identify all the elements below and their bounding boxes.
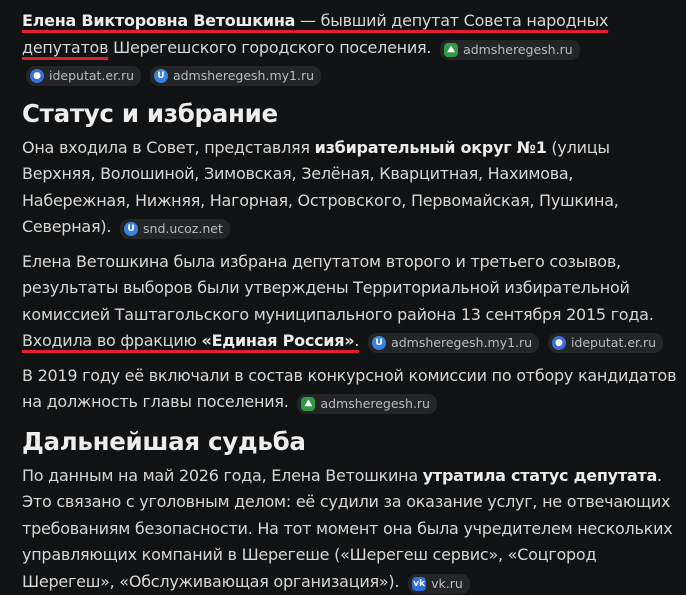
source-label: admsheregesh.my1.ru xyxy=(173,66,314,86)
source-chip-snd-ucoz[interactable]: Usnd.ucoz.net xyxy=(120,219,230,239)
status-lost-bold: утратила статус депутата xyxy=(423,466,657,485)
ucoz-u-icon: U xyxy=(372,336,386,350)
source-label: vk.ru xyxy=(431,574,463,594)
vk-icon: vk xyxy=(412,577,426,591)
text: Входила во фракцию xyxy=(22,331,202,350)
source-chip-admsheregesh[interactable]: ⛰ admsheregesh.ru xyxy=(297,394,437,414)
section-heading-status: Статус и избрание xyxy=(22,97,677,131)
text: Елена Ветошкина была избрана депутатом в… xyxy=(22,252,654,324)
section-heading-fate: Дальнейшая судьба xyxy=(22,425,677,459)
source-chip-ideputat[interactable]: ● ideputat.er.ru xyxy=(548,333,663,353)
er-bear-icon: ● xyxy=(552,336,566,350)
source-chip-vk[interactable]: vk vk.ru xyxy=(408,574,470,594)
text: По данным на май 2026 года, Елена Ветошк… xyxy=(22,466,423,485)
green-emblem-icon: ⛰ xyxy=(444,43,458,57)
intro-text-2: Шерегешского городского поселения. xyxy=(108,38,431,57)
source-label: snd.ucoz.net xyxy=(143,219,223,239)
source-label: admsheregesh.my1.ru xyxy=(391,333,532,353)
source-chip-admsheregesh[interactable]: ⛰ admsheregesh.ru xyxy=(440,40,580,60)
party-bold: «Единая Россия» xyxy=(202,331,355,350)
answer-content: Елена Викторовна Ветошкина — бывший депу… xyxy=(0,0,677,595)
text: Она входила в Совет, представляя xyxy=(22,138,315,157)
status-paragraph-1: Она входила в Совет, представляя избират… xyxy=(22,135,677,241)
source-label: ideputat.er.ru xyxy=(571,333,656,353)
ucoz-u-icon: U xyxy=(124,222,138,236)
source-chip-admsheregesh-my1[interactable]: Uadmsheregesh.my1.ru xyxy=(150,66,321,86)
source-chip-ideputat[interactable]: ● ideputat.er.ru xyxy=(26,66,141,86)
faction-underlined: Входила во фракцию «Единая Россия». xyxy=(22,331,359,350)
text: . xyxy=(354,331,359,350)
source-chip-admsheregesh-my1[interactable]: Uadmsheregesh.my1.ru xyxy=(368,333,539,353)
status-paragraph-2: Елена Ветошкина была избрана депутатом в… xyxy=(22,249,677,355)
status-paragraph-3: В 2019 году её включали в состав конкурс… xyxy=(22,363,677,416)
person-name: Елена Викторовна Ветошкина xyxy=(22,11,295,30)
green-emblem-icon: ⛰ xyxy=(301,397,315,411)
fate-paragraph: По данным на май 2026 года, Елена Ветошк… xyxy=(22,463,677,595)
source-label: admsheregesh.ru xyxy=(463,40,573,60)
ucoz-u-icon: U xyxy=(154,69,168,83)
er-bear-icon: ● xyxy=(30,69,44,83)
intro-paragraph: Елена Викторовна Ветошкина — бывший депу… xyxy=(22,8,677,88)
source-label: admsheregesh.ru xyxy=(320,394,430,414)
source-label: ideputat.er.ru xyxy=(49,66,134,86)
district-bold: избирательный округ №1 xyxy=(315,138,547,157)
